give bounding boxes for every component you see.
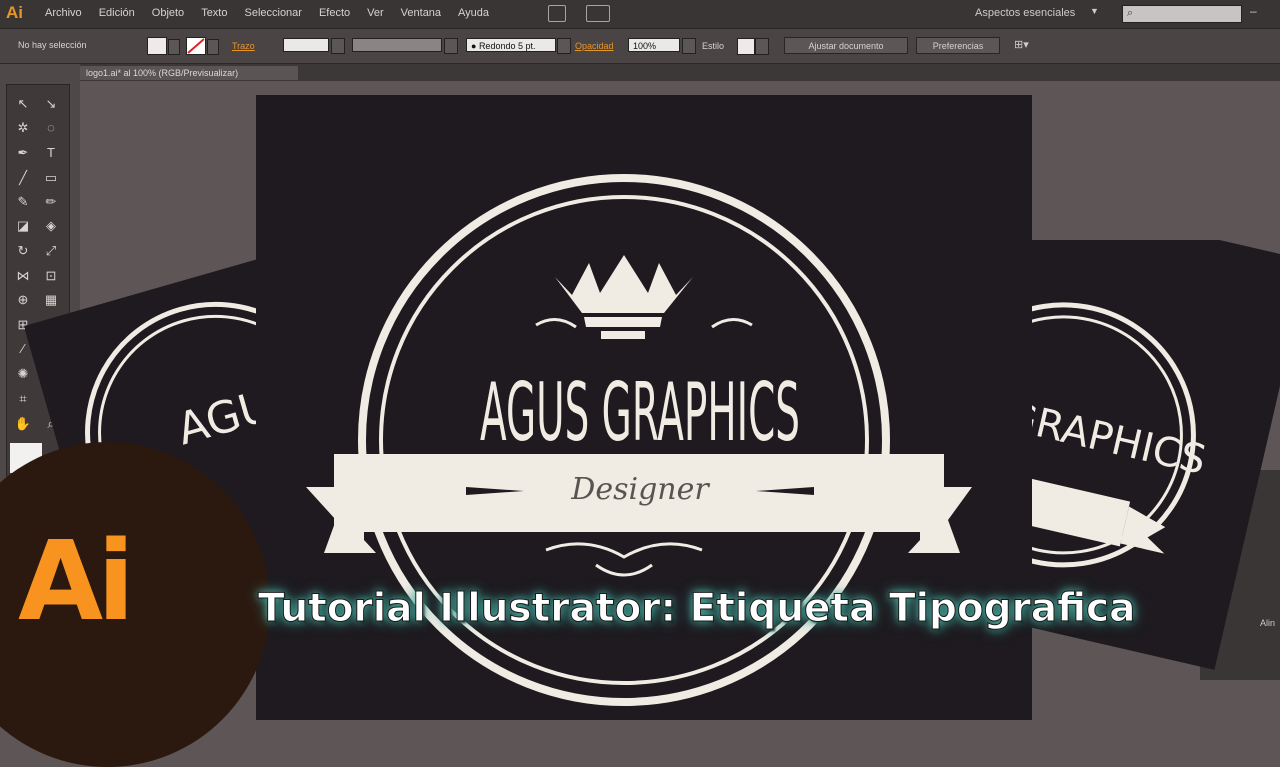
arrange-documents-icon[interactable] [586, 5, 610, 22]
style-dropdown[interactable] [755, 38, 769, 55]
fill-dropdown[interactable] [168, 39, 180, 55]
lasso-tool-icon[interactable]: ◌ [39, 117, 63, 139]
pencil-tool-icon[interactable]: ✏ [39, 191, 63, 213]
chevron-down-icon[interactable]: ▼ [1090, 6, 1099, 16]
magic-wand-tool-icon[interactable]: ✲ [11, 117, 35, 139]
blob-brush-tool-icon[interactable]: ◪ [11, 215, 35, 237]
stroke-weight-field[interactable] [283, 38, 329, 52]
opacity-label[interactable]: Opacidad [575, 41, 614, 51]
brush-dropdown[interactable] [557, 38, 571, 54]
brush-dot-icon: ● [471, 41, 479, 51]
profile-dropdown[interactable] [444, 38, 458, 54]
menu-ventana[interactable]: Ventana [401, 7, 441, 19]
opacity-field[interactable]: 100% [628, 38, 680, 52]
arrange-icon[interactable]: ⊞▾ [1014, 38, 1029, 51]
menu-texto[interactable]: Texto [201, 7, 227, 19]
stroke-weight-dropdown[interactable] [331, 38, 345, 54]
brush-definition[interactable]: ● Redondo 5 pt. [466, 38, 556, 52]
bridge-icon[interactable] [548, 5, 566, 22]
variable-width-profile[interactable] [352, 38, 442, 52]
menu-seleccionar[interactable]: Seleccionar [244, 7, 301, 19]
stroke-dropdown[interactable] [207, 39, 219, 55]
video-title: Tutorial Illustrator: Etiqueta Tipografi… [257, 586, 1136, 632]
direct-selection-tool-icon[interactable]: ↘ [39, 93, 63, 115]
style-label: Estilo [702, 41, 725, 51]
ribbon-text: Designer [570, 472, 710, 507]
pen-tool-icon[interactable]: ✒ [11, 142, 35, 164]
stroke-label[interactable]: Trazo [232, 41, 255, 51]
opacity-dropdown[interactable] [682, 38, 696, 54]
stroke-swatch[interactable] [186, 37, 206, 55]
document-tab[interactable]: logo1.ai* al 100% (RGB/Previsualizar) [78, 66, 298, 80]
illustrator-badge-logo: Ai [18, 517, 135, 645]
minimize-icon[interactable]: – [1250, 4, 1257, 18]
menu-bar: Ai Archivo Edición Objeto Texto Seleccio… [0, 0, 1280, 29]
menu-archivo[interactable]: Archivo [45, 7, 82, 19]
menu-list: Archivo Edición Objeto Texto Seleccionar… [45, 7, 489, 19]
app-logo: Ai [6, 3, 23, 22]
style-swatch[interactable] [737, 38, 755, 55]
selection-status: No hay selección [18, 40, 87, 50]
type-tool-icon[interactable]: T [39, 142, 63, 164]
search-icon: ⌕ [1127, 7, 1134, 19]
opacity-value: 100% [633, 41, 657, 51]
menu-ver[interactable]: Ver [367, 7, 384, 19]
menu-efecto[interactable]: Efecto [319, 7, 350, 19]
workspace-switcher[interactable]: Aspectos esenciales [975, 7, 1075, 19]
menu-ayuda[interactable]: Ayuda [458, 7, 489, 19]
brush-name: Redondo 5 pt. [478, 41, 536, 51]
eraser-tool-icon[interactable]: ◈ [39, 215, 63, 237]
menu-edicion[interactable]: Edición [99, 7, 135, 19]
search-box[interactable]: ⌕ [1122, 5, 1242, 23]
search-input[interactable] [1139, 6, 1239, 22]
selection-tool-icon[interactable]: ↖ [11, 93, 35, 115]
rectangle-tool-icon[interactable]: ▭ [39, 167, 63, 189]
document-tab-title: logo1.ai* al 100% (RGB/Previsualizar) [86, 68, 239, 78]
fit-document-button[interactable]: Ajustar documento [784, 37, 908, 54]
paintbrush-tool-icon[interactable]: ✎ [11, 191, 35, 213]
none-stroke-icon [187, 38, 205, 54]
fill-swatch[interactable] [147, 37, 167, 55]
preferences-button[interactable]: Preferencias [916, 37, 1000, 54]
menu-objeto[interactable]: Objeto [152, 7, 184, 19]
brand-text: AGUS GRAPHICS [480, 366, 800, 459]
line-tool-icon[interactable]: ╱ [11, 167, 35, 189]
control-bar: No hay selección Trazo ● Redondo 5 pt. O… [0, 29, 1280, 64]
